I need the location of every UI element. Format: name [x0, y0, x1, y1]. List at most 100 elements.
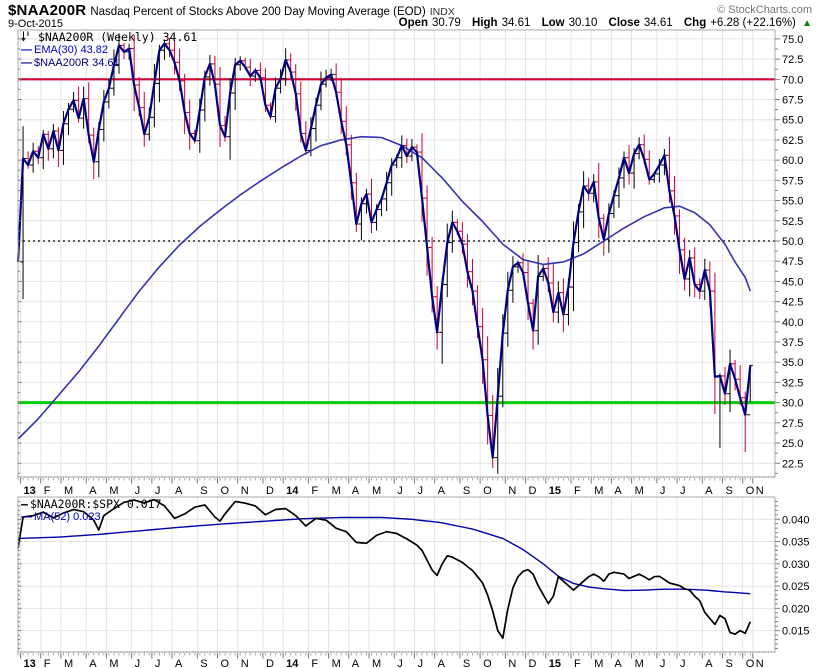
close-legend-label: $NAA200R: [34, 57, 90, 69]
axis-tick-label: M: [332, 485, 341, 497]
axis-tick-label: N: [508, 658, 516, 668]
ratio-legend: — $NAA200R:$SPX 0.017 — MA(52) 0.023: [21, 498, 162, 524]
axis-tick-label: M: [109, 485, 118, 497]
axis-tick-label: M: [635, 485, 644, 497]
axis-tick-label: S: [200, 485, 207, 497]
main-legend: $NAA200R (Weekly) 34.61 — EMA(30) 43.82 —…: [21, 31, 197, 70]
axis-tick-label: 22.5: [782, 458, 803, 470]
axis-tick-label: M: [594, 658, 603, 668]
ema-line: [17, 135, 752, 440]
axis-tick-label: 50.0: [782, 236, 803, 248]
axis-tick-label: D: [266, 485, 274, 497]
axis-tick-label: F: [574, 658, 581, 668]
axis-tick-label: A: [705, 485, 713, 497]
axis-tick-label: A: [89, 658, 97, 668]
axis-tick-label: O: [746, 658, 755, 668]
axis-tick-label: J: [417, 658, 423, 668]
axis-tick-label: D: [529, 658, 537, 668]
axis-tick-label: 67.5: [782, 95, 803, 107]
axis-tick-label: O: [746, 485, 755, 497]
axis-tick-label: 0.020: [782, 603, 810, 615]
axis-tick-label: 42.5: [782, 297, 803, 309]
axis-tick-label: D: [529, 485, 537, 497]
axis-tick-label: A: [175, 658, 183, 668]
axis-tick-label: 60.0: [782, 155, 803, 167]
axis-tick-label: O: [483, 485, 492, 497]
ma-legend-dash: —: [21, 511, 32, 523]
axis-tick-label: A: [705, 658, 713, 668]
ma-legend-value: 0.023: [73, 511, 101, 523]
axis-tick-label: M: [109, 658, 118, 668]
ma-legend-line: — MA(52) 0.023: [21, 511, 162, 524]
main-legend-line1: $NAA200R (Weekly) 34.61: [21, 31, 197, 44]
axis-tick-label: 47.5: [782, 256, 803, 268]
axis-tick-label: N: [508, 485, 516, 497]
axis-tick-label: F: [44, 485, 51, 497]
stock-chart-page: $NAA200R Nasdaq Percent of Stocks Above 2…: [0, 0, 820, 668]
axis-tick-label: A: [352, 485, 360, 497]
axis-tick-label: N: [756, 658, 764, 668]
axis-tick-label: 0.035: [782, 537, 810, 549]
axis-tick-label: 40.0: [782, 317, 803, 329]
axis-tick-label: S: [200, 658, 207, 668]
axis-tick-label: J: [155, 485, 161, 497]
axis-tick-label: D: [266, 658, 274, 668]
axis-tick-label: S: [463, 658, 470, 668]
ma-line: [17, 516, 751, 595]
axis-tick-label: N: [241, 658, 249, 668]
ema-legend-value: 43.82: [80, 44, 108, 56]
close-legend-dash: —: [21, 57, 32, 69]
axis-tick-label: F: [311, 658, 318, 668]
axis-tick-label: A: [175, 485, 183, 497]
chart-canvas: 22.5 25.0 27.5 30.0 32.5 35.0 37.5 40.0 42.5 45.0…: [16, 29, 810, 668]
axis-tick-label: 52.5: [782, 216, 803, 228]
axis-tick-label: S: [463, 485, 470, 497]
axis-tick-label: J: [660, 485, 666, 497]
axis-tick-label: J: [135, 485, 141, 497]
axis-tick-label: N: [756, 485, 764, 497]
ema-legend-dash: —: [21, 44, 32, 56]
axis-tick-label: S: [726, 485, 733, 497]
axis-tick-label: N: [241, 485, 249, 497]
axis-tick-label: O: [483, 658, 492, 668]
axis-tick-label: M: [64, 485, 73, 497]
axis-tick-label: M: [372, 485, 381, 497]
axis-tick-label: F: [44, 658, 51, 668]
axis-tick-label: 35.0: [782, 357, 803, 369]
axis-tick-label: A: [614, 485, 622, 497]
axis-tick-label: M: [594, 485, 603, 497]
close-line: [16, 42, 752, 459]
axis-tick-label: 72.5: [782, 54, 803, 66]
axis-tick-label: 65.0: [782, 115, 803, 127]
axis-tick-label: 55.0: [782, 196, 803, 208]
ema-legend-label: EMA(30): [34, 44, 78, 56]
axis-tick-label: 37.5: [782, 337, 803, 349]
axis-tick-label: 57.5: [782, 175, 803, 187]
ma-legend-label: MA(52): [34, 511, 71, 523]
axis-tick-label: J: [417, 485, 423, 497]
ratio-series-value: 0.017: [126, 497, 162, 511]
axis-tick-label: J: [680, 658, 686, 668]
close-legend-line: — $NAA200R 34.61: [21, 57, 197, 70]
axis-tick-label: 45.0: [782, 276, 803, 288]
axis-tick-label: A: [89, 485, 97, 497]
axis-tick-label: A: [614, 658, 622, 668]
axis-tick-label: J: [397, 658, 403, 668]
ratio-legend-line1: — $NAA200R:$SPX 0.017: [21, 498, 162, 511]
axis-tick-label: 14: [286, 485, 299, 497]
axis-tick-label: J: [680, 485, 686, 497]
axis-tick-label: 0.025: [782, 581, 810, 593]
chart-style-icon: [21, 31, 29, 42]
axis-tick-label: F: [311, 485, 318, 497]
axis-tick-label: 32.5: [782, 377, 803, 389]
axis-tick-label: 0.030: [782, 559, 810, 571]
axis-tick-label: A: [352, 658, 360, 668]
ratio-series-label: $NAA200R:$SPX: [29, 497, 120, 511]
main-series-label: $NAA200R (Weekly): [37, 30, 156, 44]
axis-tick-label: F: [574, 485, 581, 497]
axis-tick-label: 75.0: [782, 34, 803, 46]
axis-tick-label: M: [64, 658, 73, 668]
axis-tick-label: 70.0: [782, 74, 803, 86]
axis-tick-label: 25.0: [782, 438, 803, 450]
axis-tick-label: 0.040: [782, 514, 810, 526]
